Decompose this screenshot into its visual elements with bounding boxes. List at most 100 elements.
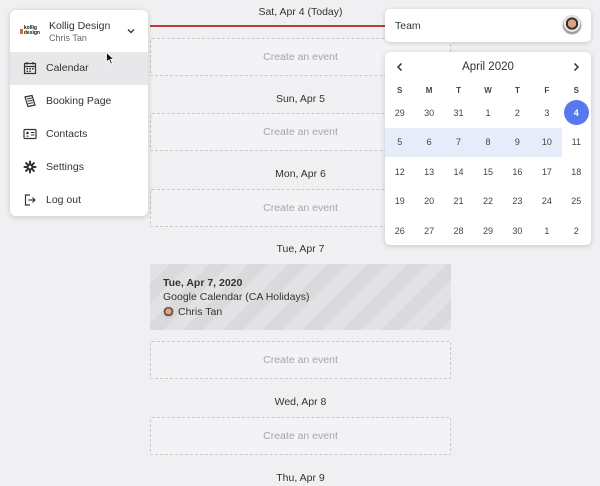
calendar-day[interactable]: 2 [503,98,532,128]
day-header: Wed, Apr 8 [274,396,327,408]
calendar-day[interactable]: 26 [385,216,414,246]
calendar-day[interactable]: 1 [473,98,502,128]
calendar-day-number: 17 [541,166,552,177]
calendar-day[interactable]: 29 [385,98,414,128]
calendar-day-number: 12 [394,166,405,177]
calendar-day-number: 1 [544,225,550,236]
calendar-day-number: 7 [456,137,462,148]
create-event-slot[interactable]: Create an event [150,341,451,379]
calendar-day[interactable]: 2 [562,216,591,246]
weekday-header: SMTWTFS [385,82,591,98]
calendar-day-number: 1 [485,107,491,118]
calendar-day[interactable]: 4 [562,98,591,128]
calendar-day-number: 2 [514,107,520,118]
calendar-day-number: 29 [482,225,493,236]
calendar-day-number: 22 [482,196,493,207]
calendar-grid: 29 30 31 1 2 3 4 5 6 7 8 9 10 11 12 13 14 15 16 17 18 19 20 21 2… [385,98,591,246]
calendar-day[interactable]: 23 [503,187,532,217]
menu-item-settings[interactable]: Settings [10,150,148,183]
calendar-day[interactable]: 17 [532,157,561,187]
create-event-slot[interactable]: Create an event [150,417,451,455]
calendar-day[interactable]: 28 [444,216,473,246]
calendar-day-number: 14 [453,166,464,177]
calendar-day-number: 25 [571,196,582,207]
gear-icon [23,160,37,174]
calendar-day-number: 27 [424,225,435,236]
weekday-label: T [514,85,520,95]
team-label: Team [395,19,421,32]
calendar-day-number: 23 [512,196,523,207]
event-date: Tue, Apr 7, 2020 [163,277,243,289]
calendar-day[interactable]: 31 [444,98,473,128]
calendar-day[interactable]: 21 [444,187,473,217]
avatar[interactable] [562,15,582,35]
calendar-day-number: 16 [512,166,523,177]
menu-item-logout[interactable]: Log out [10,183,148,216]
event-owner-name: Chris Tan [178,306,223,318]
calendar-day-number: 30 [424,107,435,118]
chevron-left-icon[interactable] [395,62,405,72]
chevron-right-icon[interactable] [571,62,581,72]
calendar-day[interactable]: 22 [473,187,502,217]
org-menu: kollig design Kollig Design Chris Tan Cal… [10,10,148,216]
menu-item-calendar[interactable]: Calendar [10,52,148,85]
calendar-day-number: 9 [514,137,520,148]
calendar-day[interactable]: 18 [562,157,591,187]
calendar-day-number: 2 [573,225,579,236]
calendar-day-number: 5 [397,137,403,148]
calendar-icon [23,62,37,75]
event-card[interactable]: Tue, Apr 7, 2020 Google Calendar (CA Hol… [150,264,451,330]
calendar-day-number: 28 [453,225,464,236]
calendar-day-number: 31 [453,107,464,118]
calendar-day-number: 4 [563,100,589,126]
calendar-day-number: 29 [394,107,405,118]
menu-item-label: Calendar [46,62,89,75]
calendar-day[interactable]: 29 [473,216,502,246]
calendar-day[interactable]: 24 [532,187,561,217]
team-selector[interactable]: Team [385,9,591,42]
calendar-day[interactable]: 30 [503,216,532,246]
calendar-day[interactable]: 19 [385,187,414,217]
calendar-day[interactable]: 15 [473,157,502,187]
day-header: Thu, Apr 9 [276,472,325,484]
menu-item-label: Booking Page [46,95,112,108]
calendar-day[interactable]: 10 [532,127,562,157]
menu-item-booking-page[interactable]: Booking Page [10,85,148,118]
calendar-day[interactable]: 27 [414,216,443,246]
calendar-day[interactable]: 20 [414,187,443,217]
mini-calendar: April 2020 SMTWTFS 29 30 31 1 2 3 4 5 6 7 8 9 10 11 12… [385,52,591,245]
calendar-day[interactable]: 16 [503,157,532,187]
calendar-month: April 2020 [462,61,514,73]
avatar [163,306,174,318]
calendar-day[interactable]: 6 [414,127,444,157]
calendar-day[interactable]: 5 [385,127,415,157]
weekday-label: M [425,85,433,95]
calendar-day[interactable]: 12 [385,157,414,187]
chevron-down-icon[interactable] [126,26,136,36]
calendar-day-number: 8 [485,137,491,148]
calendar-day[interactable]: 30 [414,98,443,128]
logout-icon [24,193,36,206]
calendar-day[interactable]: 8 [473,127,503,157]
mouse-cursor-icon [106,52,115,65]
event-title: Google Calendar (CA Holidays) [163,291,310,303]
org-switcher[interactable]: kollig design Kollig Design Chris Tan [10,10,148,52]
weekday-label: T [456,85,461,95]
calendar-day-number: 18 [571,166,582,177]
calendar-day[interactable]: 25 [562,187,591,217]
org-logo: kollig design [20,26,40,36]
calendar-day[interactable]: 13 [414,157,443,187]
event-owner: Chris Tan [163,306,438,318]
calendar-day[interactable]: 3 [532,98,561,128]
calendar-day[interactable]: 9 [502,127,533,157]
calendar-day[interactable]: 1 [532,216,561,246]
weekday-label: S [573,85,579,95]
menu-item-label: Settings [46,160,84,173]
calendar-day[interactable]: 14 [444,157,473,187]
calendar-day[interactable]: 11 [562,128,591,158]
menu-item-contacts[interactable]: Contacts [10,118,148,151]
calendar-day[interactable]: 7 [443,127,474,157]
calendar-day-number: 15 [482,166,493,177]
org-user: Chris Tan [49,32,87,43]
calendar-day-number: 20 [424,196,435,207]
